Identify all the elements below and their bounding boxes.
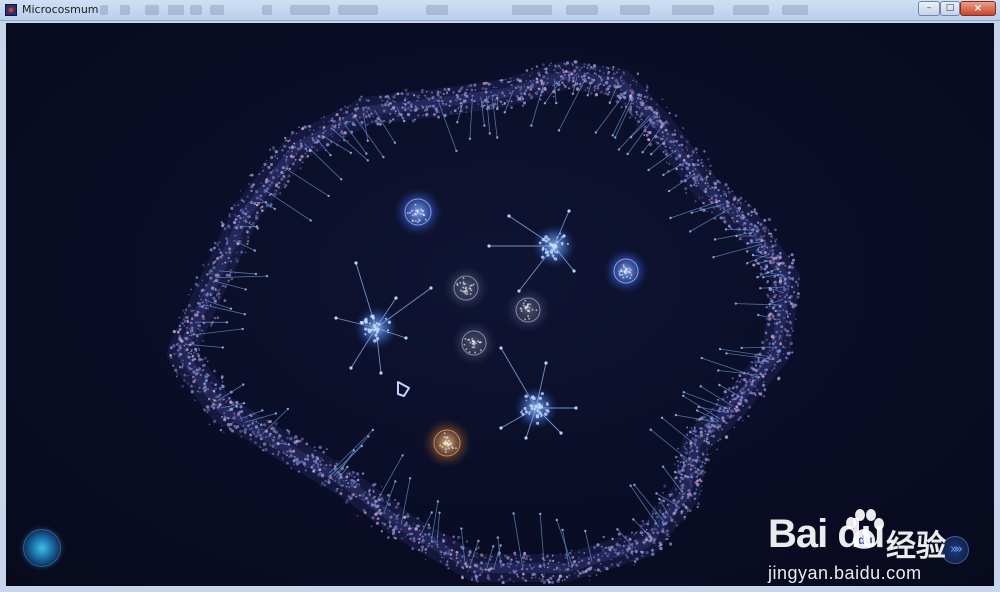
watermark-logo: Bai du xyxy=(768,512,885,556)
close-button[interactable]: × xyxy=(960,1,996,16)
window-titlebar: Microcosmum – □ × xyxy=(0,0,1000,21)
ghost-toolbar-mark xyxy=(290,5,330,15)
ghost-toolbar-mark xyxy=(100,5,108,15)
ghost-toolbar-mark xyxy=(782,5,808,15)
ghost-toolbar-mark xyxy=(620,5,650,15)
app-icon xyxy=(5,4,17,16)
watermark-title: 经验 xyxy=(886,530,946,563)
ghost-toolbar-mark xyxy=(566,5,598,15)
ghost-toolbar-mark xyxy=(210,5,224,15)
window-title: Microcosmum xyxy=(22,3,99,16)
minimize-icon: – xyxy=(926,3,932,13)
ghost-toolbar-mark xyxy=(512,5,552,15)
ghost-toolbar-mark xyxy=(120,5,130,15)
neutral-cell[interactable] xyxy=(451,320,497,366)
minimize-button[interactable]: – xyxy=(918,1,940,16)
ghost-toolbar-mark xyxy=(338,5,378,15)
ghost-toolbar-mark xyxy=(168,5,184,15)
maximize-button[interactable]: □ xyxy=(940,1,960,16)
ghost-toolbar-mark xyxy=(190,5,202,15)
watermark-url: jingyan.baidu.com xyxy=(768,563,922,583)
ghost-toolbar-mark xyxy=(145,5,159,15)
close-icon: × xyxy=(973,3,983,14)
ghost-toolbar-mark xyxy=(672,5,714,15)
game-scene[interactable] xyxy=(6,23,994,586)
virus-hub[interactable] xyxy=(487,209,576,293)
ghost-toolbar-mark xyxy=(262,5,272,15)
ghost-toolbar-mark xyxy=(426,5,448,15)
game-viewport[interactable]: »» du Bai du 经验 jingyan.baidu.com xyxy=(6,23,994,586)
neutral-cell[interactable] xyxy=(505,287,551,333)
ghost-toolbar-mark xyxy=(733,5,769,15)
virus-hub[interactable] xyxy=(334,261,433,375)
abilities-orb-icon[interactable] xyxy=(23,529,61,567)
player-cell[interactable] xyxy=(603,248,649,294)
cursor-pointer-icon xyxy=(397,381,410,397)
membrane-cloud xyxy=(167,60,801,585)
fast-forward-icon: »» xyxy=(950,542,963,557)
enemy-cell[interactable] xyxy=(422,418,472,468)
virus-hub[interactable] xyxy=(499,346,578,440)
player-cell[interactable] xyxy=(393,187,443,237)
neutral-cell[interactable] xyxy=(443,265,489,311)
maximize-icon: □ xyxy=(945,3,955,13)
